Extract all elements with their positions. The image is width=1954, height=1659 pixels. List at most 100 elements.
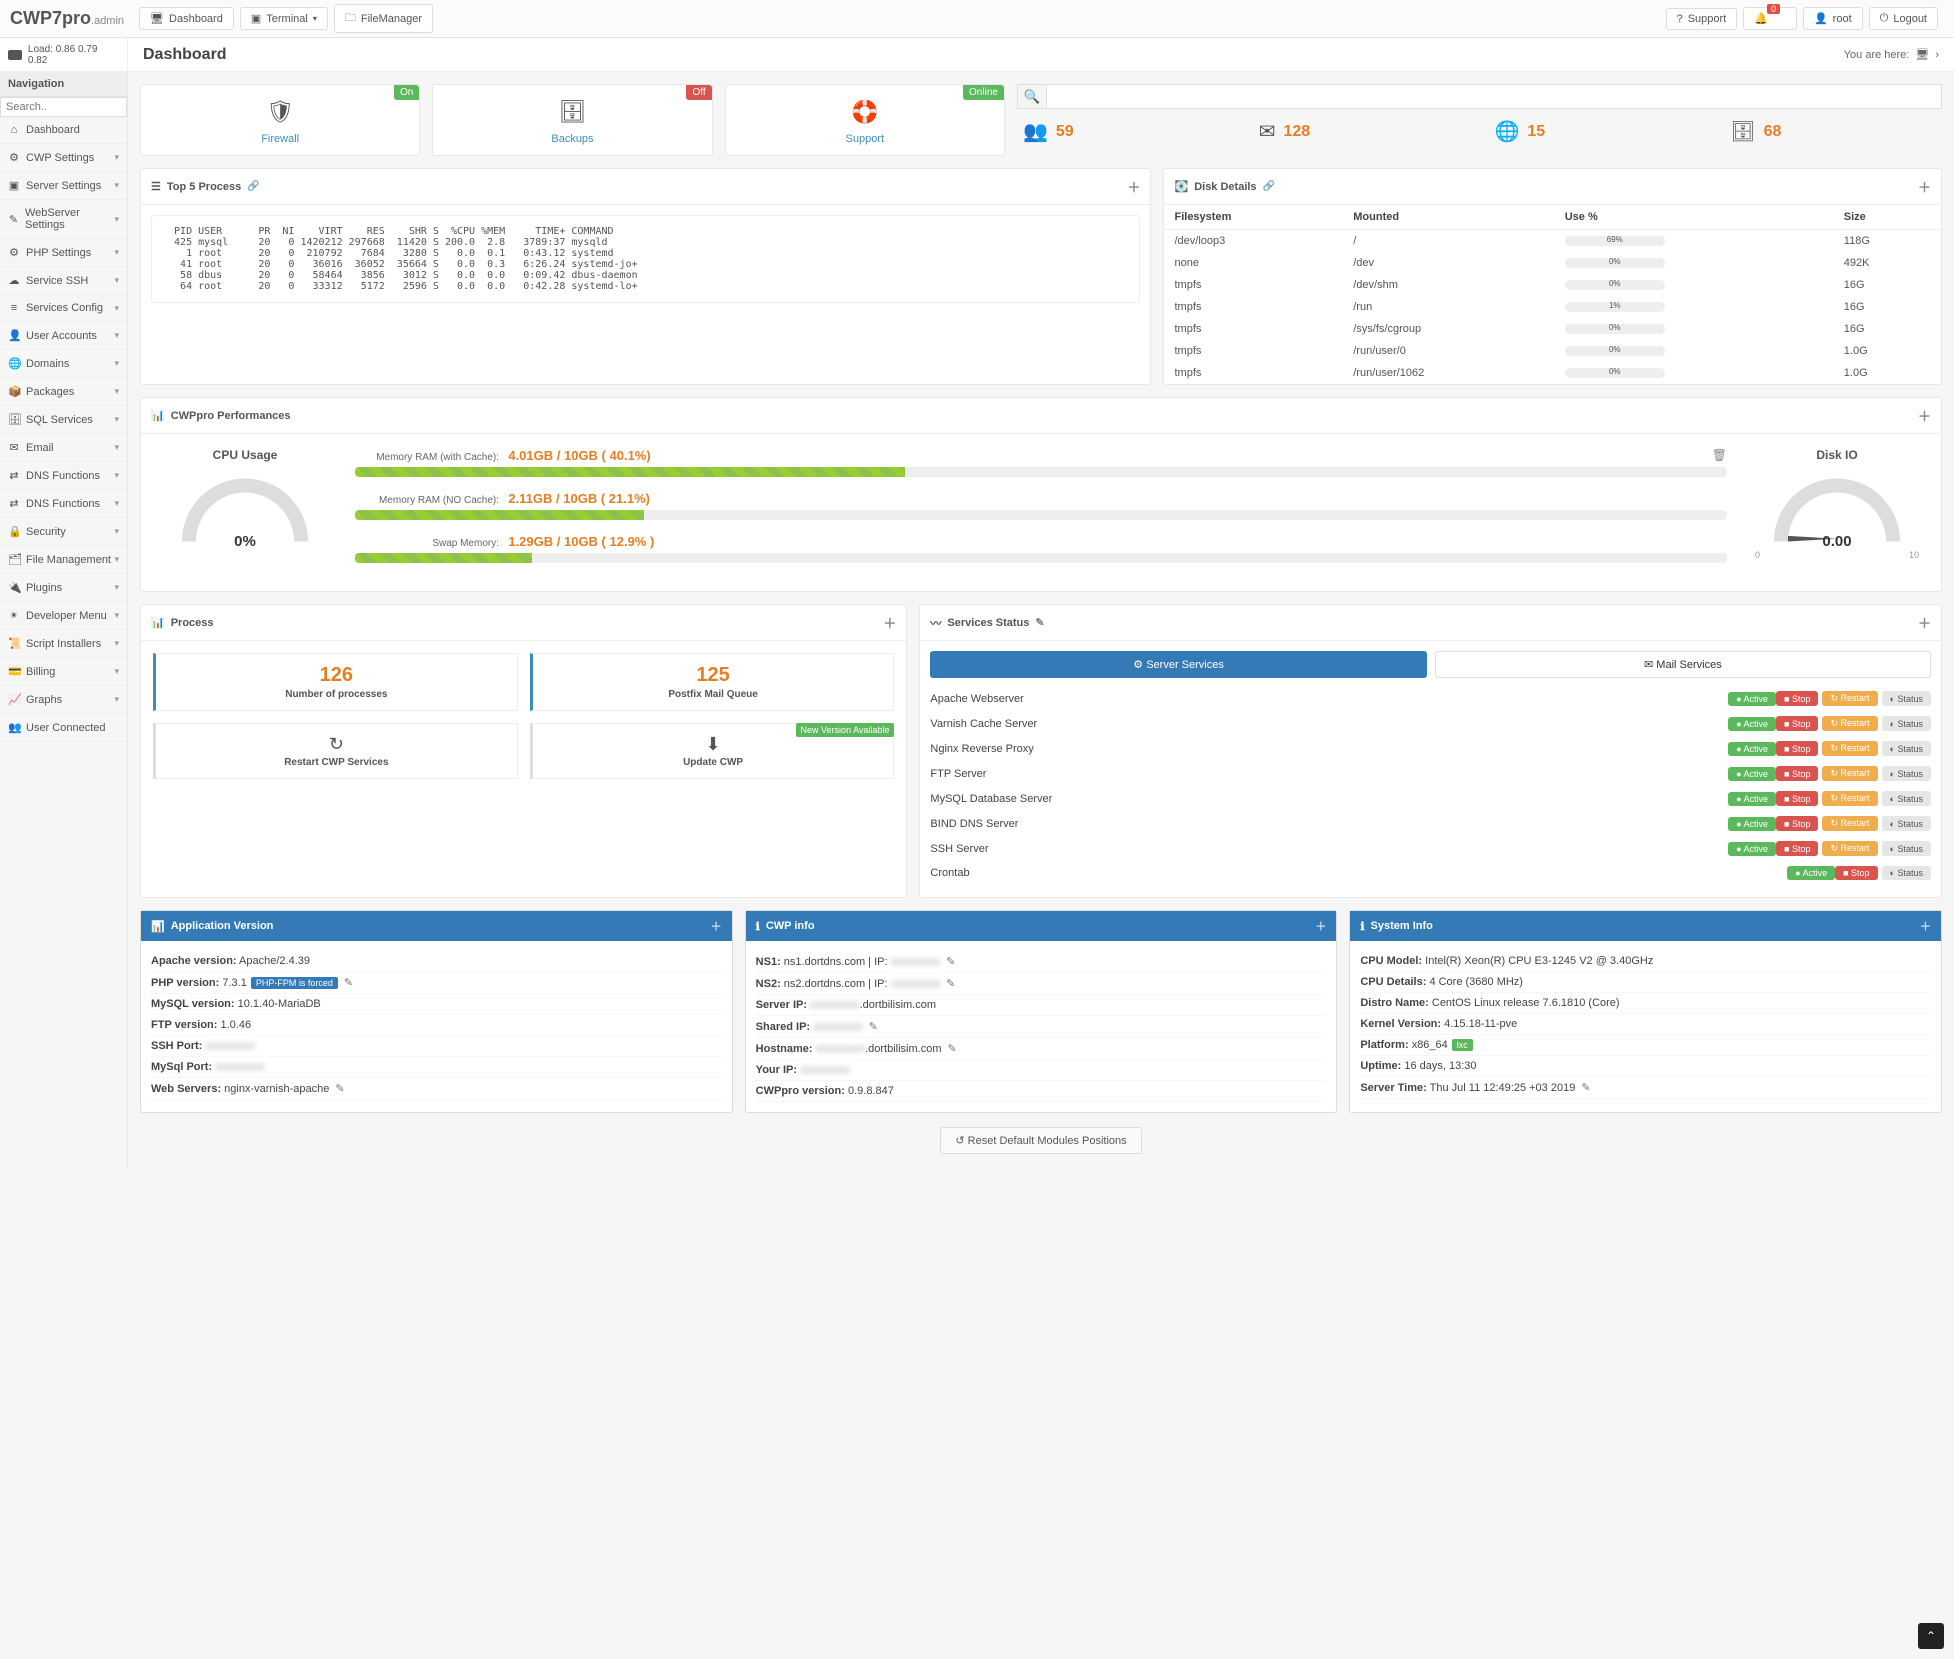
nav-item-15[interactable]: 🗂File Management ▾ — [0, 546, 127, 574]
info-key: CWPpro version: — [756, 1085, 845, 1097]
nav-item-20[interactable]: 📈Graphs ▾ — [0, 686, 127, 714]
nav-item-10[interactable]: 🗄SQL Services ▾ — [0, 406, 127, 434]
status-button[interactable]: ◐ Status — [1882, 816, 1931, 831]
dashboard-button[interactable]: 🖥Dashboard — [139, 7, 234, 30]
edit-icon[interactable]: ✎ — [335, 1083, 344, 1095]
tab-mail-services[interactable]: ✉ Mail Services — [1435, 651, 1931, 678]
tile-backups[interactable]: Off 🗄Backups — [432, 84, 712, 156]
stop-button[interactable]: ■ Stop — [1776, 691, 1818, 706]
info-value: Intel(R) Xeon(R) CPU E3-1245 V2 @ 3.40GH… — [1425, 955, 1653, 967]
stop-button[interactable]: ■ Stop — [1776, 841, 1818, 856]
expand-icon[interactable]: ＋ — [883, 613, 896, 632]
edit-icon[interactable]: ✎ — [947, 1043, 956, 1055]
stop-button[interactable]: ■ Stop — [1776, 791, 1818, 806]
nav-item-6[interactable]: ≡Services Config ▾ — [0, 295, 127, 322]
expand-icon[interactable]: ＋ — [711, 918, 722, 934]
restart-button[interactable]: ↻ Restart — [1822, 716, 1877, 731]
link-icon[interactable]: 🔗 — [1263, 181, 1275, 192]
status-button[interactable]: ◐ Status — [1882, 791, 1931, 806]
info-value-blurred: xxxxxxxxx — [891, 956, 941, 968]
expand-icon[interactable]: ＋ — [1315, 918, 1326, 934]
stop-button[interactable]: ■ Stop — [1835, 866, 1877, 880]
nav-item-16[interactable]: 🔌Plugins ▾ — [0, 574, 127, 602]
nav-item-9[interactable]: 📦Packages ▾ — [0, 378, 127, 406]
edit-icon[interactable]: ✎ — [1581, 1082, 1590, 1094]
edit-icon[interactable]: ✎ — [946, 956, 955, 968]
nav-item-14[interactable]: 🔒Security ▾ — [0, 518, 127, 546]
notifications-button[interactable]: 🔔0 — [1743, 7, 1797, 30]
edit-icon[interactable]: ✎ — [869, 1021, 878, 1033]
mailq-tile[interactable]: 125 Postfix Mail Queue — [530, 653, 895, 711]
edit-icon[interactable]: ✎ — [946, 978, 955, 990]
nav-item-5[interactable]: ☁Service SSH ▾ — [0, 267, 127, 295]
tab-server-services[interactable]: ⚙ Server Services — [930, 651, 1426, 678]
nav-item-8[interactable]: 🌐Domains ▾ — [0, 350, 127, 378]
expand-icon[interactable]: ＋ — [1127, 177, 1140, 196]
filemanager-button[interactable]: 🗀FileManager — [334, 4, 433, 33]
search-input[interactable] — [1047, 84, 1942, 109]
nav-item-0[interactable]: ⌂Dashboard — [0, 117, 127, 144]
nav-item-19[interactable]: 💳Billing ▾ — [0, 658, 127, 686]
stop-button[interactable]: ■ Stop — [1776, 716, 1818, 731]
search-button[interactable]: 🔍 — [1017, 84, 1047, 109]
trash-icon[interactable]: 🗑 — [1712, 448, 1727, 462]
monitor-icon[interactable]: 🖥 — [1915, 48, 1929, 61]
reset-modules-button[interactable]: ↺ Reset Default Modules Positions — [940, 1127, 1141, 1154]
terminal-button[interactable]: ▣Terminal▾ — [240, 7, 328, 30]
tile-firewall[interactable]: On 🛡Firewall — [140, 84, 420, 156]
info-value: Apache/2.4.39 — [239, 955, 310, 967]
nav-item-7[interactable]: 👤User Accounts ▾ — [0, 322, 127, 350]
stop-button[interactable]: ■ Stop — [1776, 741, 1818, 756]
link-icon[interactable]: 🔗 — [247, 181, 259, 192]
restart-button[interactable]: ↻ Restart — [1822, 691, 1877, 706]
nav-item-13[interactable]: ⇄DNS Functions ▾ — [0, 490, 127, 518]
gear-icon: ⚙ — [1133, 659, 1143, 671]
restart-button[interactable]: ↻ Restart — [1822, 791, 1877, 806]
logout-button[interactable]: ⏻Logout — [1869, 7, 1938, 30]
status-button[interactable]: ◐ Status — [1882, 741, 1931, 756]
nav-item-1[interactable]: ⚙CWP Settings ▾ — [0, 144, 127, 172]
expand-icon[interactable]: ＋ — [1918, 177, 1931, 196]
nav-item-3[interactable]: ✎WebServer Settings ▾ — [0, 200, 127, 239]
stop-button[interactable]: ■ Stop — [1776, 766, 1818, 781]
nav-search-input[interactable] — [0, 97, 127, 117]
edit-icon[interactable]: ✎ — [1035, 616, 1044, 629]
stop-button[interactable]: ■ Stop — [1776, 816, 1818, 831]
stat-2[interactable]: 🌐15 — [1494, 119, 1700, 144]
nav-item-21[interactable]: 👥User Connected — [0, 714, 127, 742]
restart-cwp-tile[interactable]: ↻ Restart CWP Services — [153, 723, 518, 779]
expand-icon[interactable]: ＋ — [1920, 918, 1931, 934]
nav-item-4[interactable]: ⚙PHP Settings ▾ — [0, 239, 127, 267]
status-button[interactable]: ◐ Status — [1882, 766, 1931, 781]
status-button[interactable]: ◐ Status — [1882, 841, 1931, 856]
user-button[interactable]: 👤root — [1803, 7, 1863, 30]
global-search: 🔍 — [1017, 84, 1942, 109]
restart-button[interactable]: ↻ Restart — [1822, 766, 1877, 781]
stat-0[interactable]: 👥59 — [1023, 119, 1229, 144]
nav-item-2[interactable]: ▣Server Settings ▾ — [0, 172, 127, 200]
nav-item-12[interactable]: ⇄DNS Functions ▾ — [0, 462, 127, 490]
expand-icon[interactable]: ＋ — [1918, 613, 1931, 632]
edit-icon[interactable]: ✎ — [344, 977, 353, 989]
stat-1[interactable]: ✉128 — [1259, 119, 1465, 144]
tile-support[interactable]: Online 🛟Support — [725, 84, 1005, 156]
update-cwp-tile[interactable]: New Version Available ⬇ Update CWP — [530, 723, 895, 779]
scroll-top-button[interactable]: ⌃ — [1918, 1623, 1944, 1649]
nav-item-17[interactable]: ✴Developer Menu ▾ — [0, 602, 127, 630]
expand-icon[interactable]: ＋ — [1918, 406, 1931, 425]
cpu-gauge: CPU Usage 0% — [155, 448, 335, 550]
num-proc-tile[interactable]: 126 Number of processes — [153, 653, 518, 711]
status-button[interactable]: ◐ Status — [1882, 691, 1931, 706]
info-value-blurred: xxxxxxxxx — [800, 1064, 850, 1076]
nav-item-18[interactable]: 📜Script Installers ▾ — [0, 630, 127, 658]
nav-item-11[interactable]: ✉Email ▾ — [0, 434, 127, 462]
stat-3[interactable]: 🗄68 — [1730, 119, 1936, 144]
restart-button[interactable]: ↻ Restart — [1822, 816, 1877, 831]
restart-button[interactable]: ↻ Restart — [1822, 841, 1877, 856]
status-button[interactable]: ◐ Status — [1882, 716, 1931, 731]
chevron-down-icon: ▾ — [114, 275, 119, 286]
service-row: Crontab ● Active ■ Stop ◐ Status — [930, 861, 1931, 885]
status-button[interactable]: ◐ Status — [1882, 866, 1931, 880]
restart-button[interactable]: ↻ Restart — [1822, 741, 1877, 756]
support-button[interactable]: ?Support — [1666, 8, 1738, 30]
